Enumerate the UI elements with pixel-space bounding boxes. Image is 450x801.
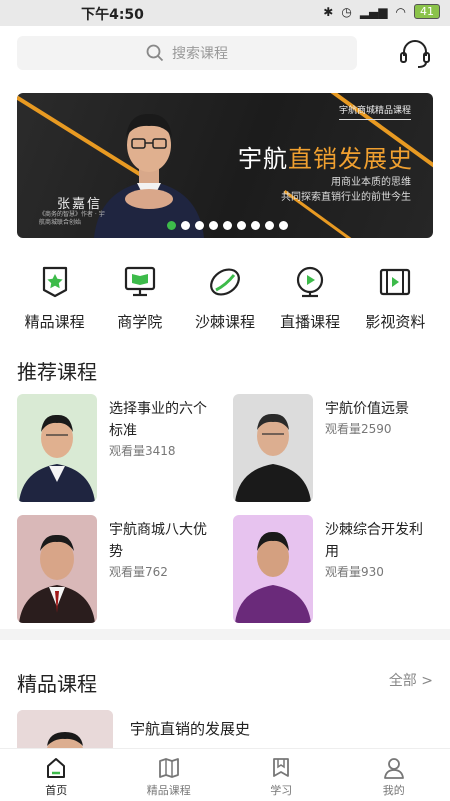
tab-profile[interactable]: 我的 xyxy=(349,749,439,801)
banner-subtitle: 共同探索直销行业的前世今生 xyxy=(281,192,411,203)
course-thumbnail xyxy=(233,515,313,623)
star-badge-icon xyxy=(42,266,67,298)
book-monitor-icon xyxy=(124,266,155,297)
home-icon xyxy=(47,758,66,778)
course-title: 宇航商城八大优势 xyxy=(109,522,207,560)
promo-banner[interactable]: 宇航商城精品课程 宇航直销发展史 用商业本质的思维 共同探索直销行业的前世今生 … xyxy=(17,93,433,238)
search-input[interactable]: 搜索课程 xyxy=(17,36,357,70)
course-card[interactable]: 选择事业的六个标准 观看量3418 xyxy=(17,394,217,502)
carousel-dot[interactable] xyxy=(279,221,288,230)
film-icon xyxy=(380,268,411,296)
map-book-icon xyxy=(158,758,179,778)
tab-label: 我的 xyxy=(382,784,405,797)
premium-course-title[interactable]: 宇航直销的发展史 xyxy=(130,718,250,739)
course-views: 观看量930 xyxy=(325,565,384,579)
category-live-courses[interactable]: 直播课程 xyxy=(270,265,350,335)
search-placeholder: 搜索课程 xyxy=(172,46,228,62)
banner-title-highlight: 直销发展史 xyxy=(288,145,413,173)
status-time: 下午4:50 xyxy=(81,7,144,23)
carousel-dot[interactable] xyxy=(237,221,246,230)
course-title: 宇航价值远景 xyxy=(325,401,409,417)
category-label: 直播课程 xyxy=(280,313,341,331)
course-views: 观看量3418 xyxy=(109,444,176,458)
course-thumbnail xyxy=(233,394,313,502)
category-video-materials[interactable]: 影视资料 xyxy=(355,265,435,335)
course-views: 观看量762 xyxy=(109,565,168,579)
carousel-dot[interactable] xyxy=(223,221,232,230)
user-icon xyxy=(383,758,404,779)
tab-label: 首页 xyxy=(45,784,68,797)
live-play-icon xyxy=(297,266,324,298)
category-business-school[interactable]: 商学院 xyxy=(100,265,180,335)
course-card[interactable]: 宇航价值远景 观看量2590 xyxy=(233,394,433,502)
tab-label: 学习 xyxy=(270,784,293,797)
course-card[interactable]: 沙棘综合开发利用 观看量930 xyxy=(233,515,433,623)
carousel-indicator[interactable] xyxy=(167,221,288,230)
course-title: 选择事业的六个标准 xyxy=(109,401,207,439)
battery-indicator: 41 xyxy=(414,4,440,19)
search-row: 搜索课程 xyxy=(17,36,433,72)
tab-premium-courses[interactable]: 精品课程 xyxy=(124,749,214,801)
premium-heading: 精品课程 xyxy=(17,672,97,696)
course-views: 观看量2590 xyxy=(325,422,392,436)
tab-label: 精品课程 xyxy=(146,784,191,797)
category-seabuckthorn-courses[interactable]: 沙棘课程 xyxy=(185,265,265,335)
course-title: 沙棘综合开发利用 xyxy=(325,522,423,560)
banner-speaker-name: 张嘉信 xyxy=(57,197,103,212)
bluetooth-icon: ✱ xyxy=(323,4,334,19)
tab-home[interactable]: 首页 xyxy=(11,749,101,801)
banner-speaker-bio: 《商务的智慧》作者 · 宇航商城联合创始 xyxy=(39,211,105,226)
customer-service-icon[interactable] xyxy=(397,38,433,70)
banner-subtitle: 用商业本质的思维 xyxy=(331,177,411,188)
status-bar: 下午4:50 ✱ ◷ ▂▄▆ ◠ 41 xyxy=(0,0,450,26)
tab-study[interactable]: 学习 xyxy=(236,749,326,801)
premium-course-thumbnail[interactable] xyxy=(17,710,113,750)
category-label: 精品课程 xyxy=(24,313,85,331)
carousel-dot[interactable] xyxy=(195,221,204,230)
view-all-link[interactable]: 全部 > xyxy=(389,670,433,690)
banner-tag: 宇航商城精品课程 xyxy=(338,103,411,120)
leaf-icon xyxy=(210,268,240,296)
carousel-dot[interactable] xyxy=(265,221,274,230)
carousel-dot[interactable] xyxy=(167,221,176,230)
bookmark-icon xyxy=(273,758,290,777)
alarm-icon: ◷ xyxy=(341,4,352,19)
section-divider xyxy=(0,629,450,640)
carousel-dot[interactable] xyxy=(181,221,190,230)
course-thumbnail xyxy=(17,394,97,502)
bottom-tab-bar: 首页 精品课程 学习 我的 xyxy=(0,748,450,801)
course-thumbnail xyxy=(17,515,97,623)
search-icon xyxy=(146,44,164,62)
carousel-dot[interactable] xyxy=(209,221,218,230)
category-label: 商学院 xyxy=(117,313,163,331)
signal-icon: ▂▄▆ xyxy=(359,4,388,19)
course-card[interactable]: 宇航商城八大优势 观看量762 xyxy=(17,515,217,623)
banner-title-prefix: 宇航 xyxy=(238,145,288,173)
banner-title: 宇航直销发展史 xyxy=(238,139,413,174)
category-label: 沙棘课程 xyxy=(194,313,255,331)
category-label: 影视资料 xyxy=(365,313,426,331)
recommended-heading: 推荐课程 xyxy=(17,360,97,384)
carousel-dot[interactable] xyxy=(251,221,260,230)
category-premium-courses[interactable]: 精品课程 xyxy=(15,265,95,335)
wifi-icon: ◠ xyxy=(395,4,406,19)
status-icons: ✱ ◷ ▂▄▆ ◠ 41 xyxy=(323,4,440,19)
category-row: 精品课程 商学院 沙棘课程 直播课程 影视资料 xyxy=(0,265,450,335)
